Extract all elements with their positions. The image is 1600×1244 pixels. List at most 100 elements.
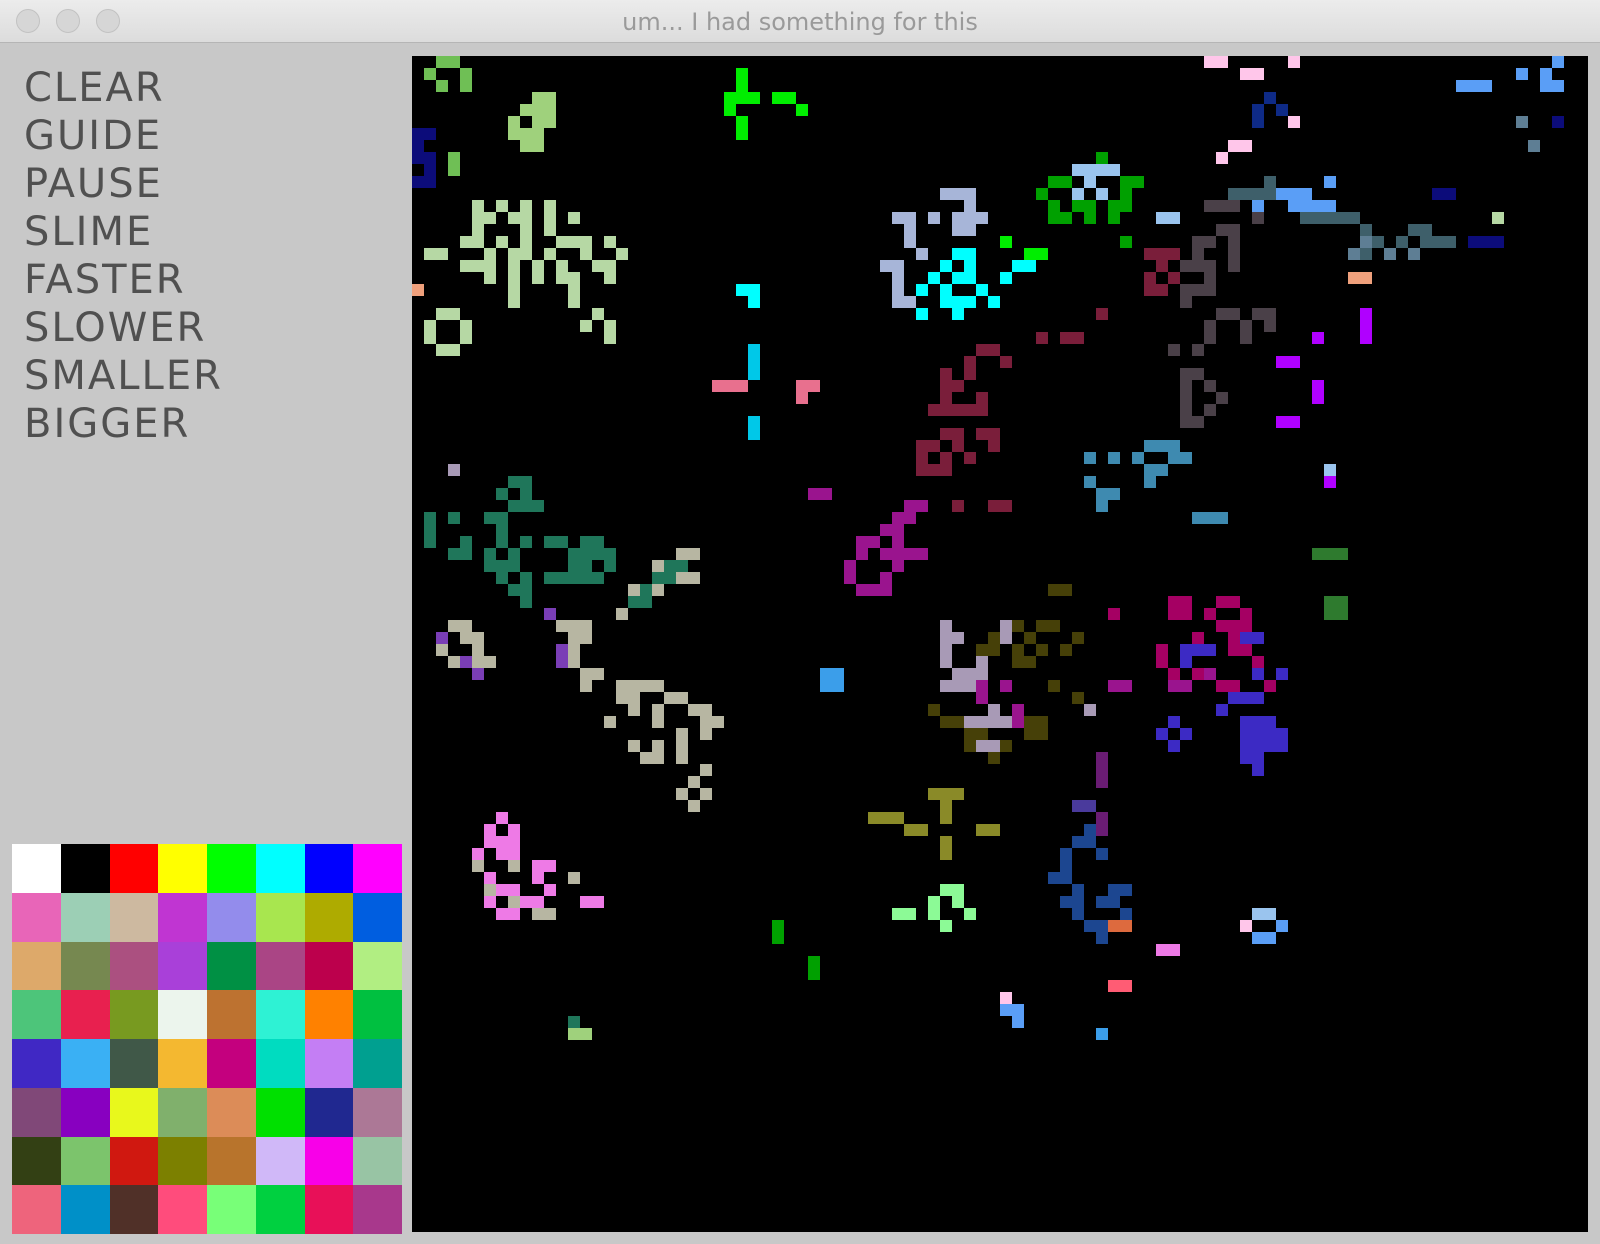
palette-swatch[interactable] <box>353 1136 402 1186</box>
live-cell <box>1324 200 1336 212</box>
palette-swatch[interactable] <box>207 941 256 991</box>
live-cell <box>640 584 652 596</box>
life-board-canvas[interactable] <box>412 56 1588 1232</box>
pause-button[interactable]: PAUSE <box>24 160 223 208</box>
live-cell <box>964 680 976 692</box>
palette-swatch[interactable] <box>109 892 159 942</box>
palette-swatch[interactable] <box>158 1039 207 1088</box>
palette-swatch[interactable] <box>304 1039 354 1088</box>
faster-button[interactable]: FASTER <box>24 256 223 304</box>
live-cell <box>904 548 916 560</box>
palette-swatch[interactable] <box>158 941 207 991</box>
palette-swatch[interactable] <box>60 990 110 1039</box>
live-cell <box>820 668 832 680</box>
palette-swatch[interactable] <box>255 941 305 991</box>
live-cell <box>628 596 640 608</box>
palette-swatch[interactable] <box>158 990 207 1039</box>
palette-swatch[interactable] <box>158 892 207 942</box>
palette-swatch[interactable] <box>109 990 159 1039</box>
slime-button[interactable]: SLIME <box>24 208 223 256</box>
palette-swatch[interactable] <box>207 1039 256 1088</box>
palette-swatch[interactable] <box>353 844 402 893</box>
palette-swatch[interactable] <box>207 892 256 942</box>
palette-swatch[interactable] <box>109 1039 159 1088</box>
palette-swatch[interactable] <box>255 844 305 893</box>
live-cell <box>592 668 604 680</box>
palette-swatch[interactable] <box>207 990 256 1039</box>
palette-swatch[interactable] <box>255 1039 305 1088</box>
guide-button[interactable]: GUIDE <box>24 112 223 160</box>
clear-button[interactable]: CLEAR <box>24 64 223 112</box>
palette-swatch[interactable] <box>60 1185 110 1234</box>
live-cell <box>496 812 508 824</box>
palette-swatch[interactable] <box>353 1039 402 1088</box>
palette-swatch[interactable] <box>158 1136 207 1186</box>
live-cell <box>580 896 592 908</box>
live-cell <box>1168 668 1180 680</box>
palette-swatch[interactable] <box>12 844 61 893</box>
live-cell <box>688 548 700 560</box>
live-cell <box>940 920 952 932</box>
live-cell <box>604 320 616 332</box>
palette-swatch[interactable] <box>60 844 110 893</box>
palette-swatch[interactable] <box>353 941 402 991</box>
palette-swatch[interactable] <box>109 941 159 991</box>
palette-swatch[interactable] <box>12 1185 61 1234</box>
palette-swatch[interactable] <box>255 1185 305 1234</box>
live-cell <box>652 740 664 752</box>
palette-swatch[interactable] <box>207 1185 256 1234</box>
palette-swatch[interactable] <box>109 1087 159 1137</box>
palette-swatch[interactable] <box>12 1136 61 1186</box>
palette-swatch[interactable] <box>255 1087 305 1137</box>
palette-swatch[interactable] <box>353 892 402 942</box>
palette-swatch[interactable] <box>255 990 305 1039</box>
palette-swatch[interactable] <box>255 892 305 942</box>
palette-swatch[interactable] <box>158 844 207 893</box>
live-cell <box>1336 212 1348 224</box>
palette-swatch[interactable] <box>60 1136 110 1186</box>
palette-swatch[interactable] <box>158 1087 207 1137</box>
palette-swatch[interactable] <box>304 1087 354 1137</box>
palette-swatch[interactable] <box>304 892 354 942</box>
palette-swatch[interactable] <box>60 892 110 942</box>
live-cell <box>436 644 448 656</box>
palette-swatch[interactable] <box>304 844 354 893</box>
palette-swatch[interactable] <box>158 1185 207 1234</box>
smaller-button[interactable]: SMALLER <box>24 352 223 400</box>
palette-swatch[interactable] <box>109 1185 159 1234</box>
palette-swatch[interactable] <box>207 1136 256 1186</box>
palette-swatch[interactable] <box>304 941 354 991</box>
palette-swatch[interactable] <box>353 1087 402 1137</box>
live-cell <box>1000 620 1012 632</box>
palette-swatch[interactable] <box>353 990 402 1039</box>
bigger-button[interactable]: BIGGER <box>24 400 223 448</box>
palette-swatch[interactable] <box>12 892 61 942</box>
palette-swatch[interactable] <box>353 1185 402 1234</box>
palette-swatch[interactable] <box>109 844 159 893</box>
live-cell <box>1252 752 1264 764</box>
palette-swatch[interactable] <box>12 990 61 1039</box>
palette-swatch[interactable] <box>109 1136 159 1186</box>
palette-swatch[interactable] <box>207 844 256 893</box>
live-cell <box>448 620 460 632</box>
live-cell <box>520 128 532 140</box>
palette-swatch[interactable] <box>60 941 110 991</box>
live-cell <box>700 716 712 728</box>
palette-swatch[interactable] <box>12 941 61 991</box>
palette-swatch[interactable] <box>12 1087 61 1137</box>
palette-swatch[interactable] <box>304 1136 354 1186</box>
palette-swatch[interactable] <box>255 1136 305 1186</box>
slower-button[interactable]: SLOWER <box>24 304 223 352</box>
live-cell <box>640 752 652 764</box>
live-cell <box>892 272 904 284</box>
palette-swatch[interactable] <box>304 1185 354 1234</box>
palette-swatch[interactable] <box>207 1087 256 1137</box>
life-board[interactable] <box>412 56 1588 1232</box>
palette-swatch[interactable] <box>12 1039 61 1088</box>
live-cell <box>508 260 520 272</box>
live-cell <box>892 260 904 272</box>
palette-swatch[interactable] <box>304 990 354 1039</box>
live-cell <box>976 668 988 680</box>
palette-swatch[interactable] <box>60 1087 110 1137</box>
palette-swatch[interactable] <box>60 1039 110 1088</box>
